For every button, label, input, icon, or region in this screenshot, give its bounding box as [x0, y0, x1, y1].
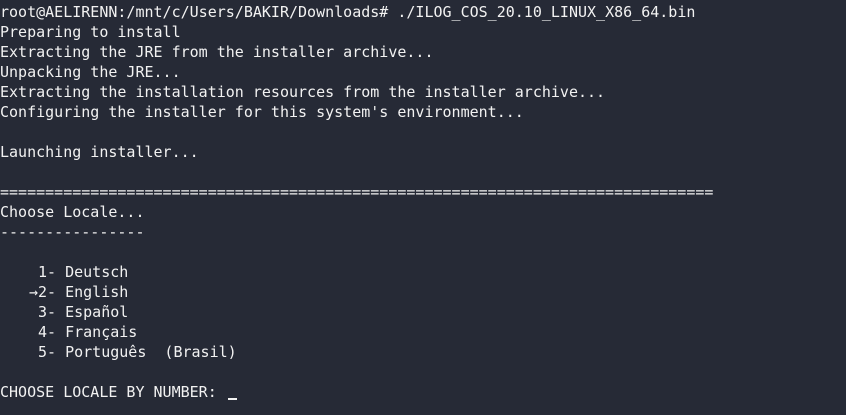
locale-option-english: →2- English — [0, 282, 846, 302]
output-line: Extracting the JRE from the installer ar… — [0, 43, 434, 61]
section-title: Choose Locale... — [0, 203, 145, 221]
locale-label: Français — [65, 323, 138, 341]
text-cursor-icon[interactable] — [227, 398, 237, 400]
locale-label: Português (Brasil) — [65, 343, 237, 361]
locale-label: Español — [65, 303, 129, 321]
selection-arrow-icon: → — [28, 283, 38, 301]
locale-option-deutsch: 1- Deutsch — [0, 262, 846, 282]
output-line: Launching installer... — [0, 143, 199, 161]
locale-number: 5- — [38, 343, 57, 361]
command-line: root@AELIRENN:/mnt/c/Users/BAKIR/Downloa… — [0, 2, 846, 22]
output-line: Unpacking the JRE... — [0, 63, 181, 81]
separator-line: ========================================… — [0, 183, 714, 201]
section-underline: ---------------- — [0, 223, 145, 241]
locale-option-espanol: 3- Español — [0, 302, 846, 322]
locale-option-portugues: 5- Português (Brasil) — [0, 342, 846, 362]
command-text: ./ILOG_COS_20.10_LINUX_X86_64.bin — [388, 3, 696, 21]
locale-number: 4- — [38, 323, 57, 341]
locale-number: 2- — [38, 283, 57, 301]
output-line: Configuring the installer for this syste… — [0, 103, 524, 121]
locale-number: 1- — [38, 263, 57, 281]
locale-label: Deutsch — [65, 263, 129, 281]
terminal-window[interactable]: root@AELIRENN:/mnt/c/Users/BAKIR/Downloa… — [0, 0, 846, 415]
input-prompt-label: CHOOSE LOCALE BY NUMBER: — [0, 383, 226, 401]
locale-number: 3- — [38, 303, 57, 321]
locale-option-francais: 4- Français — [0, 322, 846, 342]
output-line: Extracting the installation resources fr… — [0, 83, 606, 101]
locale-input-line[interactable]: CHOOSE LOCALE BY NUMBER: — [0, 382, 846, 402]
locale-label: English — [65, 283, 129, 301]
output-line: Preparing to install — [0, 23, 181, 41]
shell-prompt: root@AELIRENN:/mnt/c/Users/BAKIR/Downloa… — [0, 3, 389, 21]
